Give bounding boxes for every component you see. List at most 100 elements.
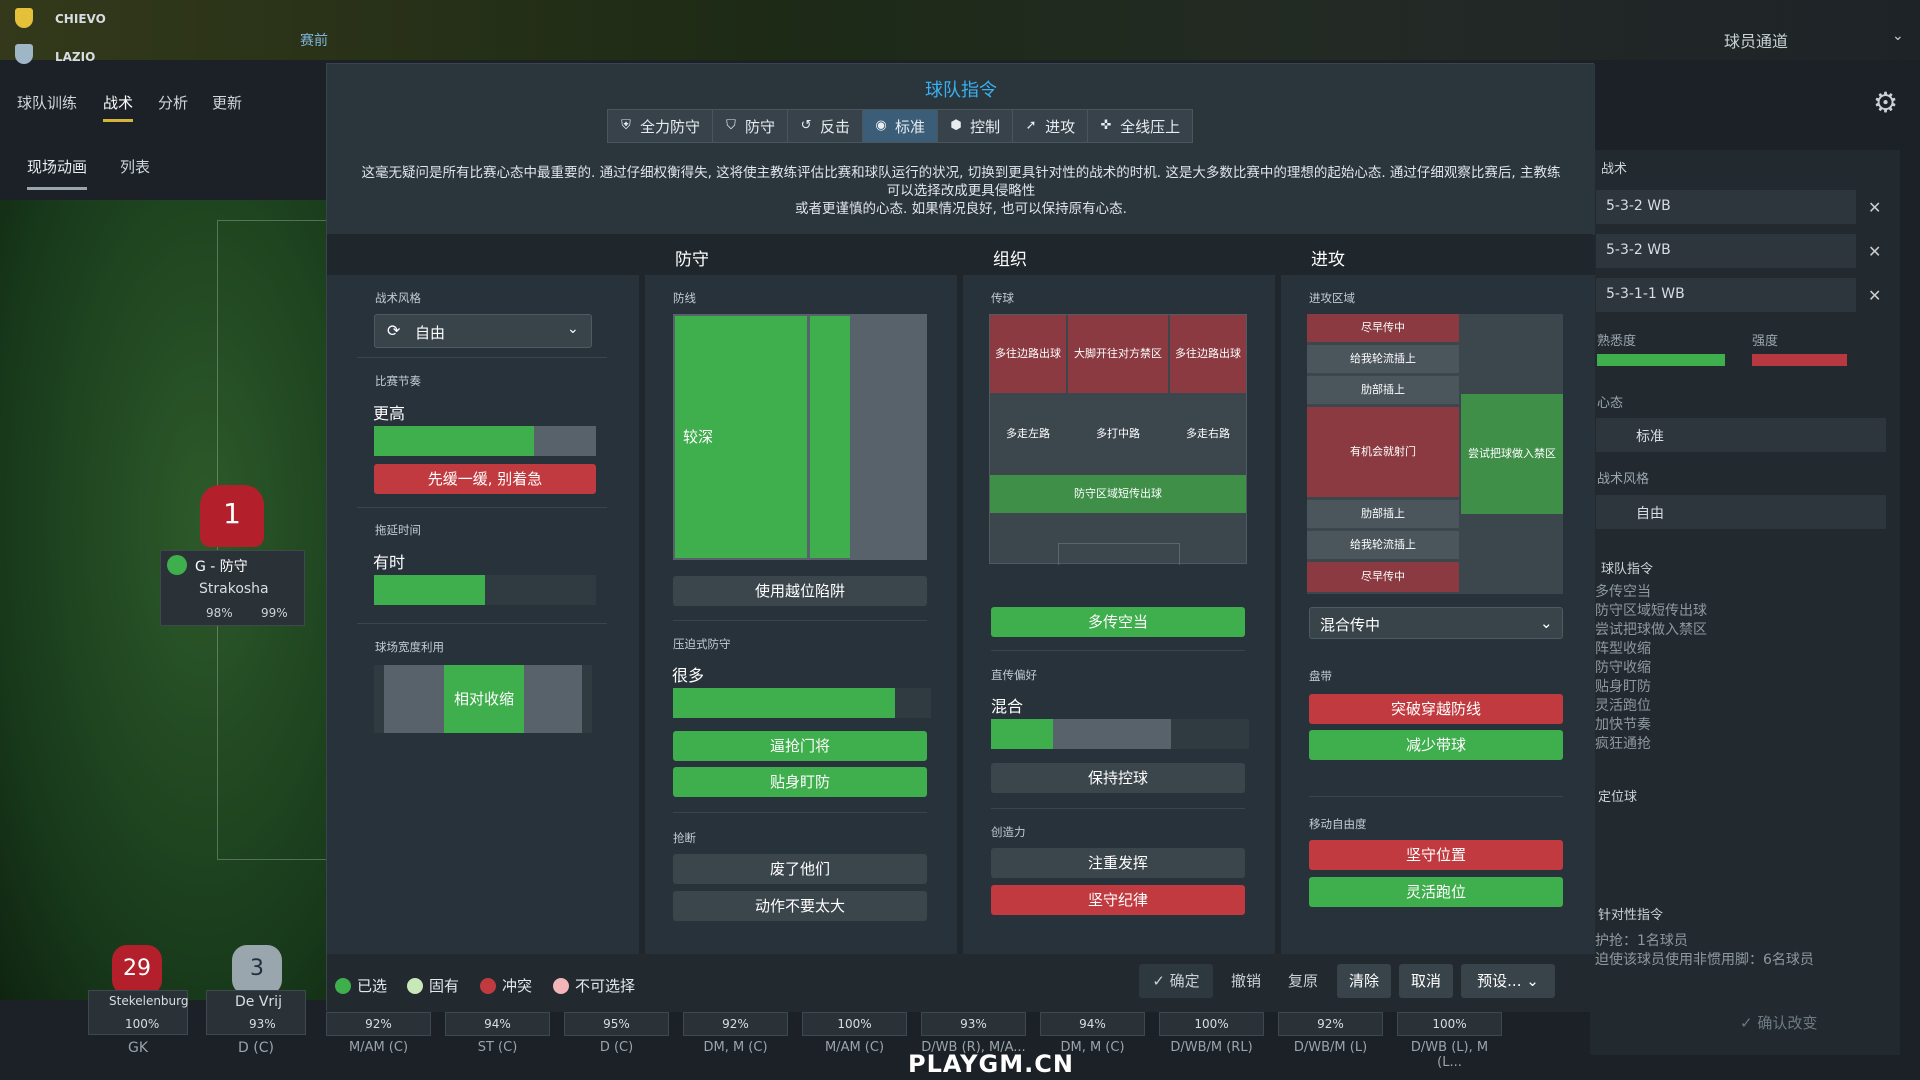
be-disciplined-button[interactable]: 坚守纪律 [991,885,1245,915]
close-icon[interactable]: ✕ [1868,198,1881,217]
press-bar[interactable] [673,688,931,718]
player-stat-card[interactable]: 94% [445,1012,550,1036]
zone-early-cross-bottom[interactable]: 尽早传中 [1307,562,1459,592]
confirm-change-button[interactable]: ✓ 确认改变 [1740,1012,1817,1033]
player-stat-card[interactable]: 100% [802,1012,907,1036]
all-out-icon: ✜ [1100,118,1112,133]
legend-unavailable: 不可选择 [553,975,635,996]
zone-overlap-bottom[interactable]: 给我轮流插上 [1307,531,1459,559]
zone-shoot-on-sight[interactable]: 有机会就射门 [1307,407,1459,497]
zone-halfspace-bottom[interactable]: 肋部插上 [1307,500,1459,528]
player-card[interactable]: De Vrij 93% [206,990,306,1035]
timewasting-value: 有时 [373,553,406,572]
tab-training[interactable]: 球队训练 [17,92,77,113]
attacking-map[interactable]: 尽早传中 给我轮流插上 肋部插上 有机会就射门 肋部插上 给我轮流插上 尽早传中… [1307,314,1563,594]
confirm-button[interactable]: ✓ 确定 [1139,964,1213,998]
clear-button[interactable]: 清除 [1337,964,1391,998]
player-shirt[interactable]: 3 [232,945,282,995]
goalkeeper-stat-1: 98% [206,606,233,620]
inherent-dot-icon [407,977,423,994]
mentality-defensive[interactable]: ⛉ 防守 [713,110,789,142]
close-icon[interactable]: ✕ [1868,286,1881,305]
player-position: D/WB/M (L) [1293,1040,1368,1055]
player-channel-label[interactable]: 球员通道 [1724,28,1788,52]
press-goalkeeper-button[interactable]: 逼抢门将 [673,731,927,761]
formation-slot-2[interactable]: 5-3-2 WB [1596,234,1856,268]
zone-center[interactable]: 多打中路 [1068,395,1168,473]
goalkeeper-card[interactable]: G - 防守 Strakosha 98% 99% [160,550,305,626]
tab-analysis[interactable]: 分析 [158,92,188,113]
zone-overlap-top[interactable]: 给我轮流插上 [1307,345,1459,373]
defline-field[interactable]: 较深 [673,314,927,560]
player-stat-card[interactable]: 95% [564,1012,669,1036]
dribble-less-button[interactable]: 减少带球 [1309,730,1563,760]
zone-right[interactable]: 多走右路 [1170,395,1246,473]
get-stuck-in-button[interactable]: 废了他们 [673,854,927,884]
creativity-label: 创造力 [991,825,1026,839]
preset-button[interactable]: 预设... ⌄ [1461,964,1555,998]
zone-long-ball[interactable]: 大脚开往对方禁区 [1068,315,1168,393]
tight-marking-button[interactable]: 贴身盯防 [673,767,927,797]
play-into-space-button[interactable]: 多传空当 [991,607,1245,637]
mentality-dropdown[interactable]: 标准 [1596,418,1886,452]
zone-work-into-box[interactable]: 尝试把球做入禁区 [1461,394,1563,514]
goalkeeper-shirt[interactable]: 1 [200,485,264,547]
run-at-defence-button[interactable]: 突破穿越防线 [1309,694,1563,724]
width-control[interactable]: 相对收缩 [374,665,592,733]
chevron-down-icon[interactable]: ⌄ [1892,28,1904,44]
formation-slot-1[interactable]: 5-3-2 WB [1596,190,1856,224]
player-stat-card[interactable]: 92% [1278,1012,1383,1036]
zone-early-cross-top[interactable]: 尽早传中 [1307,314,1459,342]
stay-on-feet-button[interactable]: 动作不要太大 [673,891,927,921]
goalkeeper-role[interactable]: G - 防守 [195,556,248,576]
mentality-very-defensive[interactable]: ⛨ 全力防守 [608,110,714,142]
opposition-instructions-label[interactable]: 针对性指令 [1598,904,1663,923]
mentality-control[interactable]: ⬢ 控制 [938,110,1014,142]
player-stat-card[interactable]: 94% [1040,1012,1145,1036]
player-stat-card[interactable]: 93% [921,1012,1026,1036]
zone-left[interactable]: 多走左路 [990,395,1066,473]
cancel-button[interactable]: 取消 [1399,964,1453,998]
timewasting-bar[interactable] [374,575,596,605]
tab-tactics[interactable]: 战术 [103,92,134,122]
goalkeeper-name[interactable]: Strakosha [199,581,269,597]
hold-position-button[interactable]: 坚守位置 [1309,840,1563,870]
style-dropdown[interactable]: 自由 [1596,495,1886,529]
tab-live-animation[interactable]: 现场动画 [27,156,88,190]
passing-map[interactable]: 多往边路出球 大脚开往对方禁区 多往边路出球 多走左路 多打中路 多走右路 防守… [989,314,1247,565]
mentality-attacking[interactable]: ➚ 进攻 [1013,110,1089,142]
tempo-bar[interactable] [374,426,596,456]
player-card[interactable]: Stekelenburg 100% [88,990,189,1035]
directness-bar[interactable] [991,719,1249,749]
prematch-label[interactable]: 赛前 [300,30,328,50]
undo-button[interactable]: 撤销 [1221,964,1271,998]
zone-wide-left[interactable]: 多往边路出球 [990,315,1066,393]
zone-wide-right[interactable]: 多往边路出球 [1170,315,1246,393]
cross-type-select[interactable]: 混合传中 ⌄ [1309,607,1563,639]
zone-short-goal-kicks[interactable]: 防守区域短传出球 [990,475,1246,513]
roam-button[interactable]: 灵活跑位 [1309,877,1563,907]
player-stat-card[interactable]: 100% [1159,1012,1264,1036]
close-icon[interactable]: ✕ [1868,242,1881,261]
player-stat-card[interactable]: 92% [326,1012,431,1036]
player-shirt[interactable]: 29 [112,945,162,995]
intensity-label: 强度 [1752,334,1779,349]
tab-list[interactable]: 列表 [120,156,150,177]
player-stat-card[interactable]: 92% [683,1012,788,1036]
setpiece-label[interactable]: 定位球 [1598,786,1637,805]
mentality-standard[interactable]: ◉ 标准 [863,110,939,142]
mentality-all-out[interactable]: ✜ 全线压上 [1088,110,1192,142]
be-expressive-button[interactable]: 注重发挥 [991,848,1245,878]
tab-update[interactable]: 更新 [212,92,242,113]
zone-halfspace-top[interactable]: 肋部插上 [1307,376,1459,404]
retain-possession-button[interactable]: 保持控球 [991,763,1245,793]
tempo-lower-button[interactable]: 先缓一缓, 别着急 [374,464,596,494]
style-select[interactable]: ⟳ 自由 ⌄ [374,314,592,348]
attack-header: 进攻 [1281,235,1595,275]
player-stat-card[interactable]: 100% [1397,1012,1502,1036]
redo-button[interactable]: 复原 [1278,964,1328,998]
mentality-counter[interactable]: ↺ 反击 [788,110,864,142]
gear-icon[interactable]: ⚙ [1873,86,1898,119]
formation-slot-3[interactable]: 5-3-1-1 WB [1596,278,1856,312]
offside-trap-button[interactable]: 使用越位陷阱 [673,576,927,606]
